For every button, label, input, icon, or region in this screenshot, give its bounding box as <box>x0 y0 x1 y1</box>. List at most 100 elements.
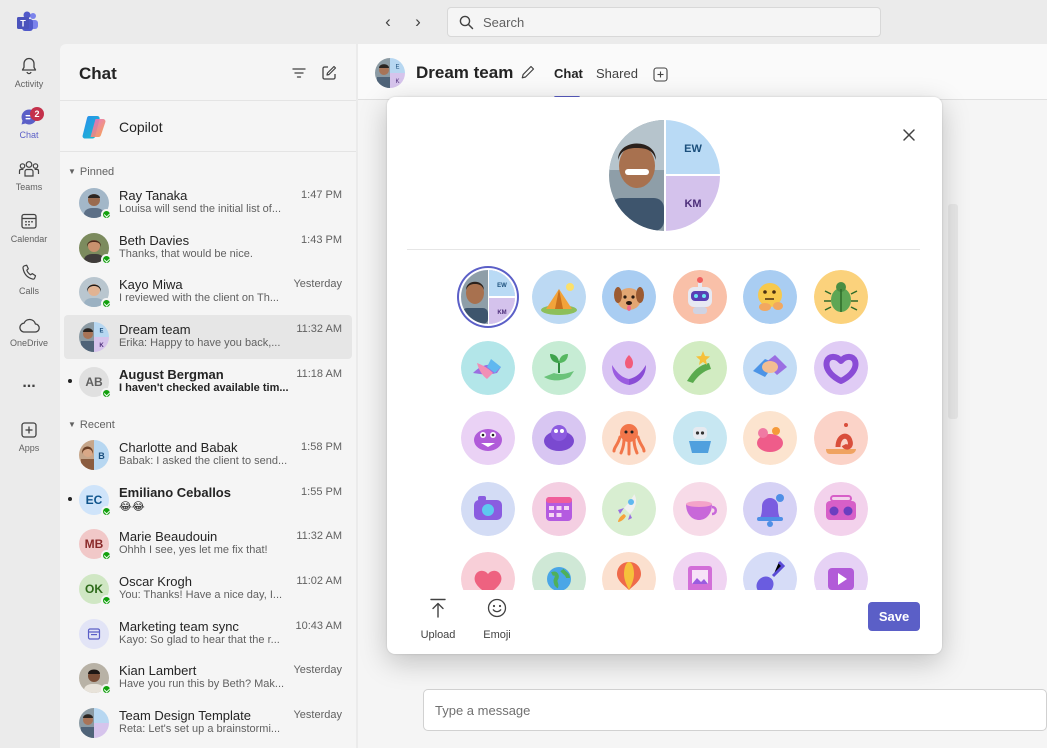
svg-text:K: K <box>395 79 399 85</box>
avatar-option-hands-with-flame[interactable] <box>602 341 656 395</box>
avatar-option-purple-monster[interactable] <box>461 411 515 465</box>
close-icon[interactable] <box>899 125 919 145</box>
tab-shared[interactable]: Shared <box>596 66 638 81</box>
copilot-entry[interactable]: Copilot <box>60 100 356 152</box>
avatar-option-calendar-grid[interactable] <box>532 482 586 536</box>
chat-row[interactable]: Team Design Template Reta: Let's set up … <box>64 701 352 745</box>
chat-name: Oscar Krogh <box>119 574 192 589</box>
avatar-option-current-group-photo[interactable]: EW KM <box>461 270 515 324</box>
avatar-option-plant-sprout-star[interactable] <box>673 341 727 395</box>
bell-icon <box>21 57 37 75</box>
group-image-preview: EW KM <box>609 120 720 231</box>
copilot-label: Copilot <box>119 119 163 135</box>
rail-chat[interactable]: 2 Chat <box>0 107 58 157</box>
chat-preview: You: Thanks! Have a nice day, I... <box>119 589 283 601</box>
chat-preview: Louisa will send the initial list of... <box>119 203 282 215</box>
more-apps-button[interactable]: ... <box>0 374 58 424</box>
avatar-option-dog[interactable] <box>602 270 656 324</box>
chat-row[interactable]: Ray Tanaka Louisa will send the initial … <box>64 181 352 225</box>
chat-list-pane: Chat Copilot ▼ Pinned Ray Tanaka Louisa w… <box>60 44 356 748</box>
avatar-option-camera[interactable] <box>461 482 515 536</box>
rail-calls[interactable]: Calls <box>0 263 58 313</box>
tab-chat[interactable]: Chat <box>554 66 583 81</box>
avatar-option-picture-frame[interactable] <box>673 552 727 590</box>
unread-dot-icon <box>68 379 72 383</box>
avatar-option-helping-hands[interactable] <box>461 341 515 395</box>
upload-button[interactable]: Upload <box>413 597 463 641</box>
avatar-option-camping-tent[interactable] <box>532 270 586 324</box>
rail-calendar[interactable]: Calendar <box>0 211 58 261</box>
initials-km: KM <box>684 198 701 210</box>
phone-icon <box>22 264 37 280</box>
new-chat-icon[interactable] <box>320 64 338 82</box>
avatar-option-play-button[interactable] <box>814 552 868 590</box>
avatar-option-bug[interactable] <box>814 270 868 324</box>
avatar-option-robot[interactable] <box>673 270 727 324</box>
svg-text:E: E <box>395 65 399 71</box>
avatar-option-robot-in-cup[interactable] <box>673 411 727 465</box>
chat-time: Yesterday <box>293 664 342 676</box>
forward-arrow-icon[interactable]: › <box>408 12 428 32</box>
avatar-option-guitar[interactable] <box>743 552 797 590</box>
background-message-card <box>948 204 958 419</box>
chat-row-dream-team[interactable]: E K Dream team Erika: Happy to have you … <box>64 315 352 359</box>
chat-row[interactable]: B Charlotte and Babak Babak: I asked the… <box>64 433 352 477</box>
rail-label: Chat <box>19 130 39 140</box>
compose-placeholder: Type a message <box>435 703 531 718</box>
save-button[interactable]: Save <box>868 602 920 631</box>
teams-logo-icon: T <box>17 11 38 31</box>
chat-preview: Erika: Happy to have you back,... <box>119 337 281 349</box>
chat-row[interactable]: MB Marie Beaudouin Ohhh I see, yes let m… <box>64 522 352 566</box>
avatar-option-heart-hands[interactable] <box>814 341 868 395</box>
presence-available-icon <box>101 209 112 220</box>
avatar-option-thinking-face[interactable] <box>743 270 797 324</box>
add-tab-icon[interactable] <box>653 67 668 82</box>
avatar-option-snail[interactable] <box>814 411 868 465</box>
rail-apps[interactable]: Apps <box>0 420 58 470</box>
rail-teams[interactable]: Teams <box>0 159 58 209</box>
rail-label: Teams <box>15 182 43 192</box>
filter-icon[interactable] <box>290 64 308 82</box>
recent-section-header[interactable]: ▼ Recent <box>68 419 115 431</box>
chat-row[interactable]: EC Emiliano Ceballos 😂😂 1:55 PM <box>64 478 352 522</box>
avatar-option-plant-in-hand[interactable] <box>532 341 586 395</box>
rail-onedrive[interactable]: OneDrive <box>0 317 58 367</box>
group-avatar: E K <box>375 58 405 88</box>
rail-activity[interactable]: Activity <box>0 56 58 106</box>
avatar-option-coral-creature[interactable] <box>743 411 797 465</box>
caret-down-icon: ▼ <box>68 420 76 429</box>
svg-text:E: E <box>99 329 103 335</box>
chat-row[interactable]: Kayo Miwa I reviewed with the client on … <box>64 270 352 314</box>
emoji-button[interactable]: Emoji <box>472 597 522 641</box>
chat-list-title: Chat <box>79 64 117 83</box>
back-arrow-icon[interactable]: ‹ <box>378 12 398 32</box>
chat-time: 11:18 AM <box>296 368 342 380</box>
search-input[interactable]: Search <box>447 7 881 37</box>
chat-row[interactable]: Beth Davies Thanks, that would be nice. … <box>64 226 352 270</box>
avatar-option-purple-creature[interactable] <box>532 411 586 465</box>
avatar-option-bell[interactable] <box>743 482 797 536</box>
calendar-icon <box>21 213 37 229</box>
avatar-option-teacup[interactable] <box>673 482 727 536</box>
avatar-option-boombox[interactable] <box>814 482 868 536</box>
group-avatar: B <box>79 440 109 470</box>
avatar-option-heart[interactable] <box>461 552 515 590</box>
search-icon <box>459 15 474 30</box>
chat-row[interactable]: AB August Bergman I haven't checked avai… <box>64 360 352 404</box>
chat-name: Marie Beaudouin <box>119 529 218 544</box>
chat-row[interactable]: Marketing team sync Kayo: So glad to hea… <box>64 612 352 656</box>
unread-dot-icon <box>68 497 72 501</box>
avatar-option-handshake[interactable] <box>743 341 797 395</box>
chat-preview: Thanks, that would be nice. <box>119 248 253 260</box>
edit-pencil-icon[interactable] <box>520 64 536 80</box>
pinned-section-header[interactable]: ▼ Pinned <box>68 166 114 178</box>
message-compose-input[interactable]: Type a message <box>423 689 1047 731</box>
avatar-option-globe[interactable] <box>532 552 586 590</box>
avatar-option-rocket[interactable] <box>602 482 656 536</box>
chat-row[interactable]: OK Oscar Krogh You: Thanks! Have a nice … <box>64 567 352 611</box>
chat-row[interactable]: Kian Lambert Have you run this by Beth? … <box>64 656 352 700</box>
avatar-option-hot-air-balloon[interactable] <box>602 552 656 590</box>
avatar-option-orange-octopus[interactable] <box>602 411 656 465</box>
cloud-icon <box>19 318 40 333</box>
caret-down-icon: ▼ <box>68 167 76 176</box>
